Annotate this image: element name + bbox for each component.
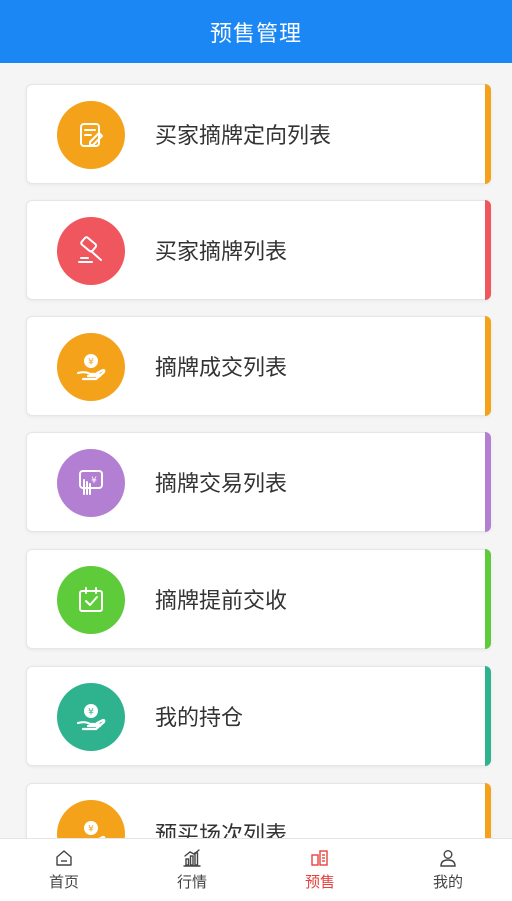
accent-stripe [485,783,491,838]
tab-market[interactable]: 行情 [128,839,256,901]
menu-item-buyer-directed-list[interactable]: 买家摘牌定向列表 [26,84,491,184]
market-chart-icon [183,849,201,867]
tab-label: 首页 [48,873,79,891]
page-title: 预售管理 [209,21,302,47]
accent-stripe [485,432,491,532]
menu-item-my-positions[interactable]: ¥ 我的持仓 [26,666,491,766]
menu-item-label: 摘牌交易列表 [155,472,288,497]
menu-item-deal-list[interactable]: ¥ 摘牌成交列表 [26,316,491,416]
menu-item-label: 买家摘牌定向列表 [155,124,332,149]
menu-item-label: 摘牌提前交收 [155,589,288,614]
home-icon [56,850,72,866]
svg-text:¥: ¥ [88,358,94,368]
menu-item-label: 买家摘牌列表 [155,240,288,265]
presale-icon [311,850,328,866]
menu-item-label: 我的持仓 [155,706,244,731]
menu-item-buyer-list[interactable]: 买家摘牌列表 [26,200,491,300]
tab-mine[interactable]: 我的 [384,839,512,901]
accent-stripe [485,549,491,649]
svg-text:¥: ¥ [88,825,94,835]
yen-hand-icon: ¥ [57,800,125,838]
menu-item-pre-buy-sessions[interactable]: ¥ 预买场次列表 [26,783,491,838]
menu-list: 买家摘牌定向列表 买家摘牌列表 ¥ 摘牌成交列表 ¥ 摘牌交易列表 摘牌提前交收… [0,63,512,838]
bottom-tab-bar: 首页 行情 预售 我的 [0,838,512,901]
page-header: 预售管理 [0,0,512,63]
accent-stripe [485,84,491,184]
calendar-check-icon [57,566,125,634]
menu-item-early-delivery[interactable]: 摘牌提前交收 [26,549,491,649]
menu-item-label: 摘牌成交列表 [155,356,288,381]
tab-label: 行情 [176,873,207,891]
menu-item-trade-list[interactable]: ¥ 摘牌交易列表 [26,432,491,532]
document-edit-icon [57,101,125,169]
accent-stripe [485,666,491,766]
yen-hand-icon: ¥ [57,683,125,751]
svg-text:¥: ¥ [88,708,94,718]
accent-stripe [485,200,491,300]
accent-stripe [485,316,491,416]
tab-home[interactable]: 首页 [0,839,128,901]
user-icon [440,850,456,867]
svg-text:¥: ¥ [91,476,97,486]
menu-item-label: 预买场次列表 [155,823,288,838]
gavel-icon [57,217,125,285]
tab-label: 预售 [304,873,335,891]
tab-presale[interactable]: 预售 [256,839,384,901]
tab-label: 我的 [432,873,463,891]
hand-receipt-icon: ¥ [57,449,125,517]
yen-hand-icon: ¥ [57,333,125,401]
